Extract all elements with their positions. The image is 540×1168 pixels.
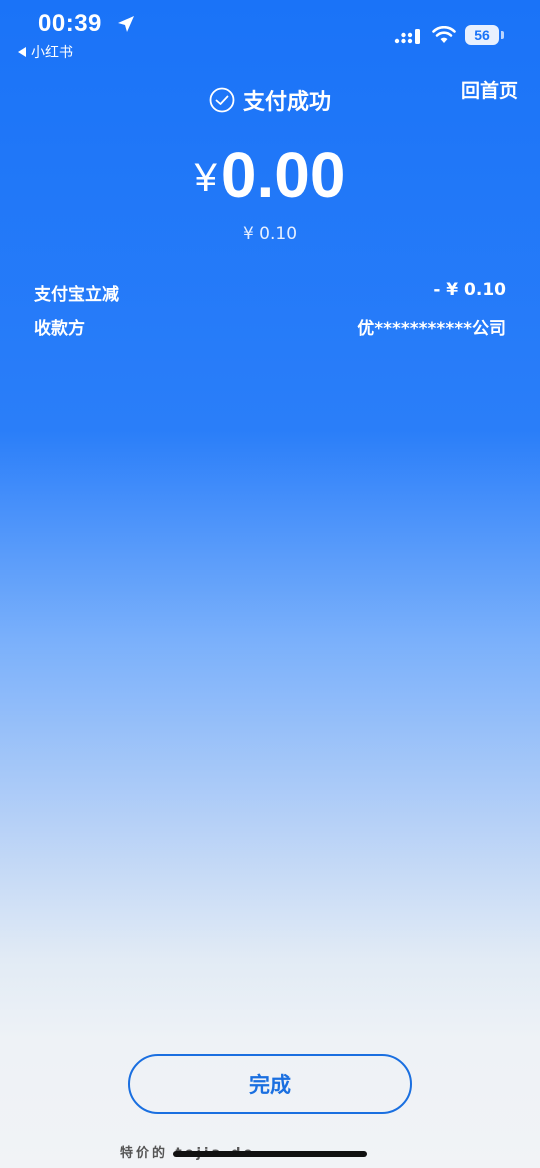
payee-label: 收款方: [34, 319, 85, 339]
back-to-app-button[interactable]: 小红书: [18, 42, 73, 62]
check-circle-icon: [209, 87, 235, 113]
payee-value: 优***********公司: [357, 319, 506, 339]
location-arrow-icon: [118, 16, 134, 32]
back-arrow-icon: [18, 47, 26, 57]
done-button[interactable]: 完成: [128, 1054, 412, 1114]
discount-row: 支付宝立减 - ¥ 0.10: [34, 280, 506, 305]
paid-amount: ¥0.00: [0, 138, 540, 212]
page-title-row: 支付成功: [0, 84, 540, 116]
status-bar: 00:39 小红书 56: [0, 0, 540, 70]
battery-cap: [501, 31, 504, 39]
discount-value: - ¥ 0.10: [433, 280, 506, 300]
discount-label: 支付宝立减: [34, 285, 119, 305]
amount-value: 0.00: [220, 139, 346, 211]
cellular-signal-icon: [394, 29, 420, 44]
page-title: 支付成功: [242, 90, 331, 115]
back-app-label: 小红书: [31, 45, 73, 61]
home-indicator[interactable]: [173, 1151, 367, 1157]
wifi-icon: [432, 26, 456, 43]
original-amount: ¥ 0.10: [242, 224, 298, 244]
battery-level: 56: [474, 27, 490, 43]
status-time: 00:39: [38, 10, 102, 37]
currency-symbol: ¥: [194, 156, 217, 200]
payee-row: 收款方 优***********公司: [34, 314, 506, 339]
battery-icon: 56: [465, 25, 499, 45]
